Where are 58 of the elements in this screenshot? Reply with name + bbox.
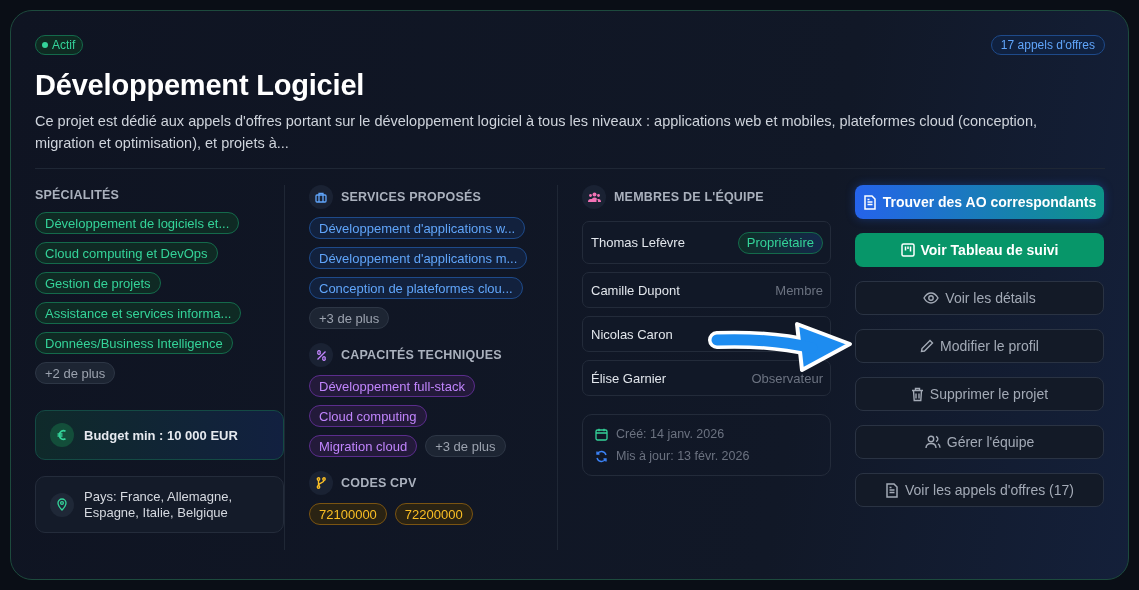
member-name: Élise Garnier bbox=[591, 370, 667, 386]
euro-icon bbox=[50, 423, 74, 447]
role-badge: Propriétaire bbox=[737, 231, 823, 254]
more-tag[interactable]: +2 de plus bbox=[35, 362, 116, 384]
tag: Assistance et services informa... bbox=[35, 302, 242, 324]
count-badge: 17 appels d'offres bbox=[990, 35, 1105, 55]
trash-icon bbox=[910, 386, 924, 402]
member-role: Observateur bbox=[751, 370, 823, 386]
country-text: Pays: France, Allemagne, Espagne, Italie, Belgique bbox=[84, 488, 234, 521]
board-icon bbox=[900, 243, 915, 257]
budget-text: Budget min : 10 000 EUR bbox=[84, 427, 238, 443]
action-button[interactable]: Voir Tableau de suivi bbox=[855, 233, 1104, 267]
member-name: Camille Dupont bbox=[591, 282, 680, 298]
tag: 72200000 bbox=[394, 503, 473, 525]
tag: Gestion de projets bbox=[35, 272, 161, 294]
more-tag[interactable]: +3 de plus bbox=[425, 435, 506, 457]
project-title: Développement Logiciel bbox=[35, 69, 366, 102]
more-tag[interactable]: +3 de plus bbox=[309, 307, 390, 329]
tag: Développement full-stack bbox=[309, 375, 475, 397]
project-description: Ce projet est dédié aux appels d'offres portant sur le développement logiciel à tous les niveaux : applications web et mobiles, plateformes cloud (conception, migration et optimisation), et projets à... bbox=[35, 112, 1038, 153]
action-button[interactable]: Voir les détails bbox=[855, 281, 1104, 315]
member-name: Nicolas Caron bbox=[591, 326, 673, 342]
status-badge: Actif bbox=[35, 35, 84, 55]
tag: Développement d'applications m... bbox=[309, 247, 528, 269]
tag: Migration cloud bbox=[309, 435, 418, 457]
created-date: Créé: 14 janv. 2026 bbox=[616, 427, 725, 441]
location-pin-icon bbox=[50, 492, 74, 517]
eye-icon bbox=[923, 292, 940, 304]
tag: Conception de plateformes clou... bbox=[309, 277, 523, 299]
document-icon bbox=[862, 194, 877, 210]
section-title: MEMBRES DE L'ÉQUIPE bbox=[614, 190, 764, 204]
action-button[interactable]: Supprimer le projet bbox=[855, 377, 1104, 411]
refresh-icon bbox=[595, 449, 608, 463]
pencil-icon bbox=[920, 339, 935, 353]
action-button[interactable]: Modifier le profil bbox=[855, 329, 1104, 363]
document-icon bbox=[885, 482, 899, 498]
calendar-icon bbox=[595, 427, 608, 441]
users-icon bbox=[924, 435, 941, 449]
action-button[interactable]: Gérer l'équipe bbox=[855, 425, 1104, 459]
tag: Cloud computing bbox=[309, 405, 427, 427]
updated-date: Mis à jour: 13 févr. 2026 bbox=[616, 449, 750, 463]
tag: Développement de logiciels et... bbox=[35, 212, 240, 234]
tag: Développement d'applications w... bbox=[309, 217, 526, 239]
tag: Cloud computing et DevOps bbox=[35, 242, 218, 264]
section-title: SPÉCIALITÉS bbox=[35, 188, 121, 202]
branch-icon bbox=[309, 471, 333, 495]
tools-icon bbox=[309, 343, 333, 367]
section-title: CODES CPV bbox=[341, 476, 417, 490]
section-title: SERVICES PROPOSÉS bbox=[341, 190, 482, 204]
group-icon bbox=[582, 185, 606, 209]
section-title: CAPACITÉS TECHNIQUES bbox=[341, 348, 502, 362]
action-button[interactable]: Voir les appels d'offres (17) bbox=[855, 473, 1104, 507]
member-name: Thomas Lefèvre bbox=[591, 235, 685, 250]
member-role: Membre bbox=[775, 282, 823, 298]
tag: Données/Business Intelligence bbox=[35, 332, 233, 354]
tag: 72100000 bbox=[309, 503, 387, 525]
action-button[interactable]: Trouver des AO correspondants bbox=[855, 185, 1104, 219]
briefcase-icon bbox=[309, 185, 333, 209]
